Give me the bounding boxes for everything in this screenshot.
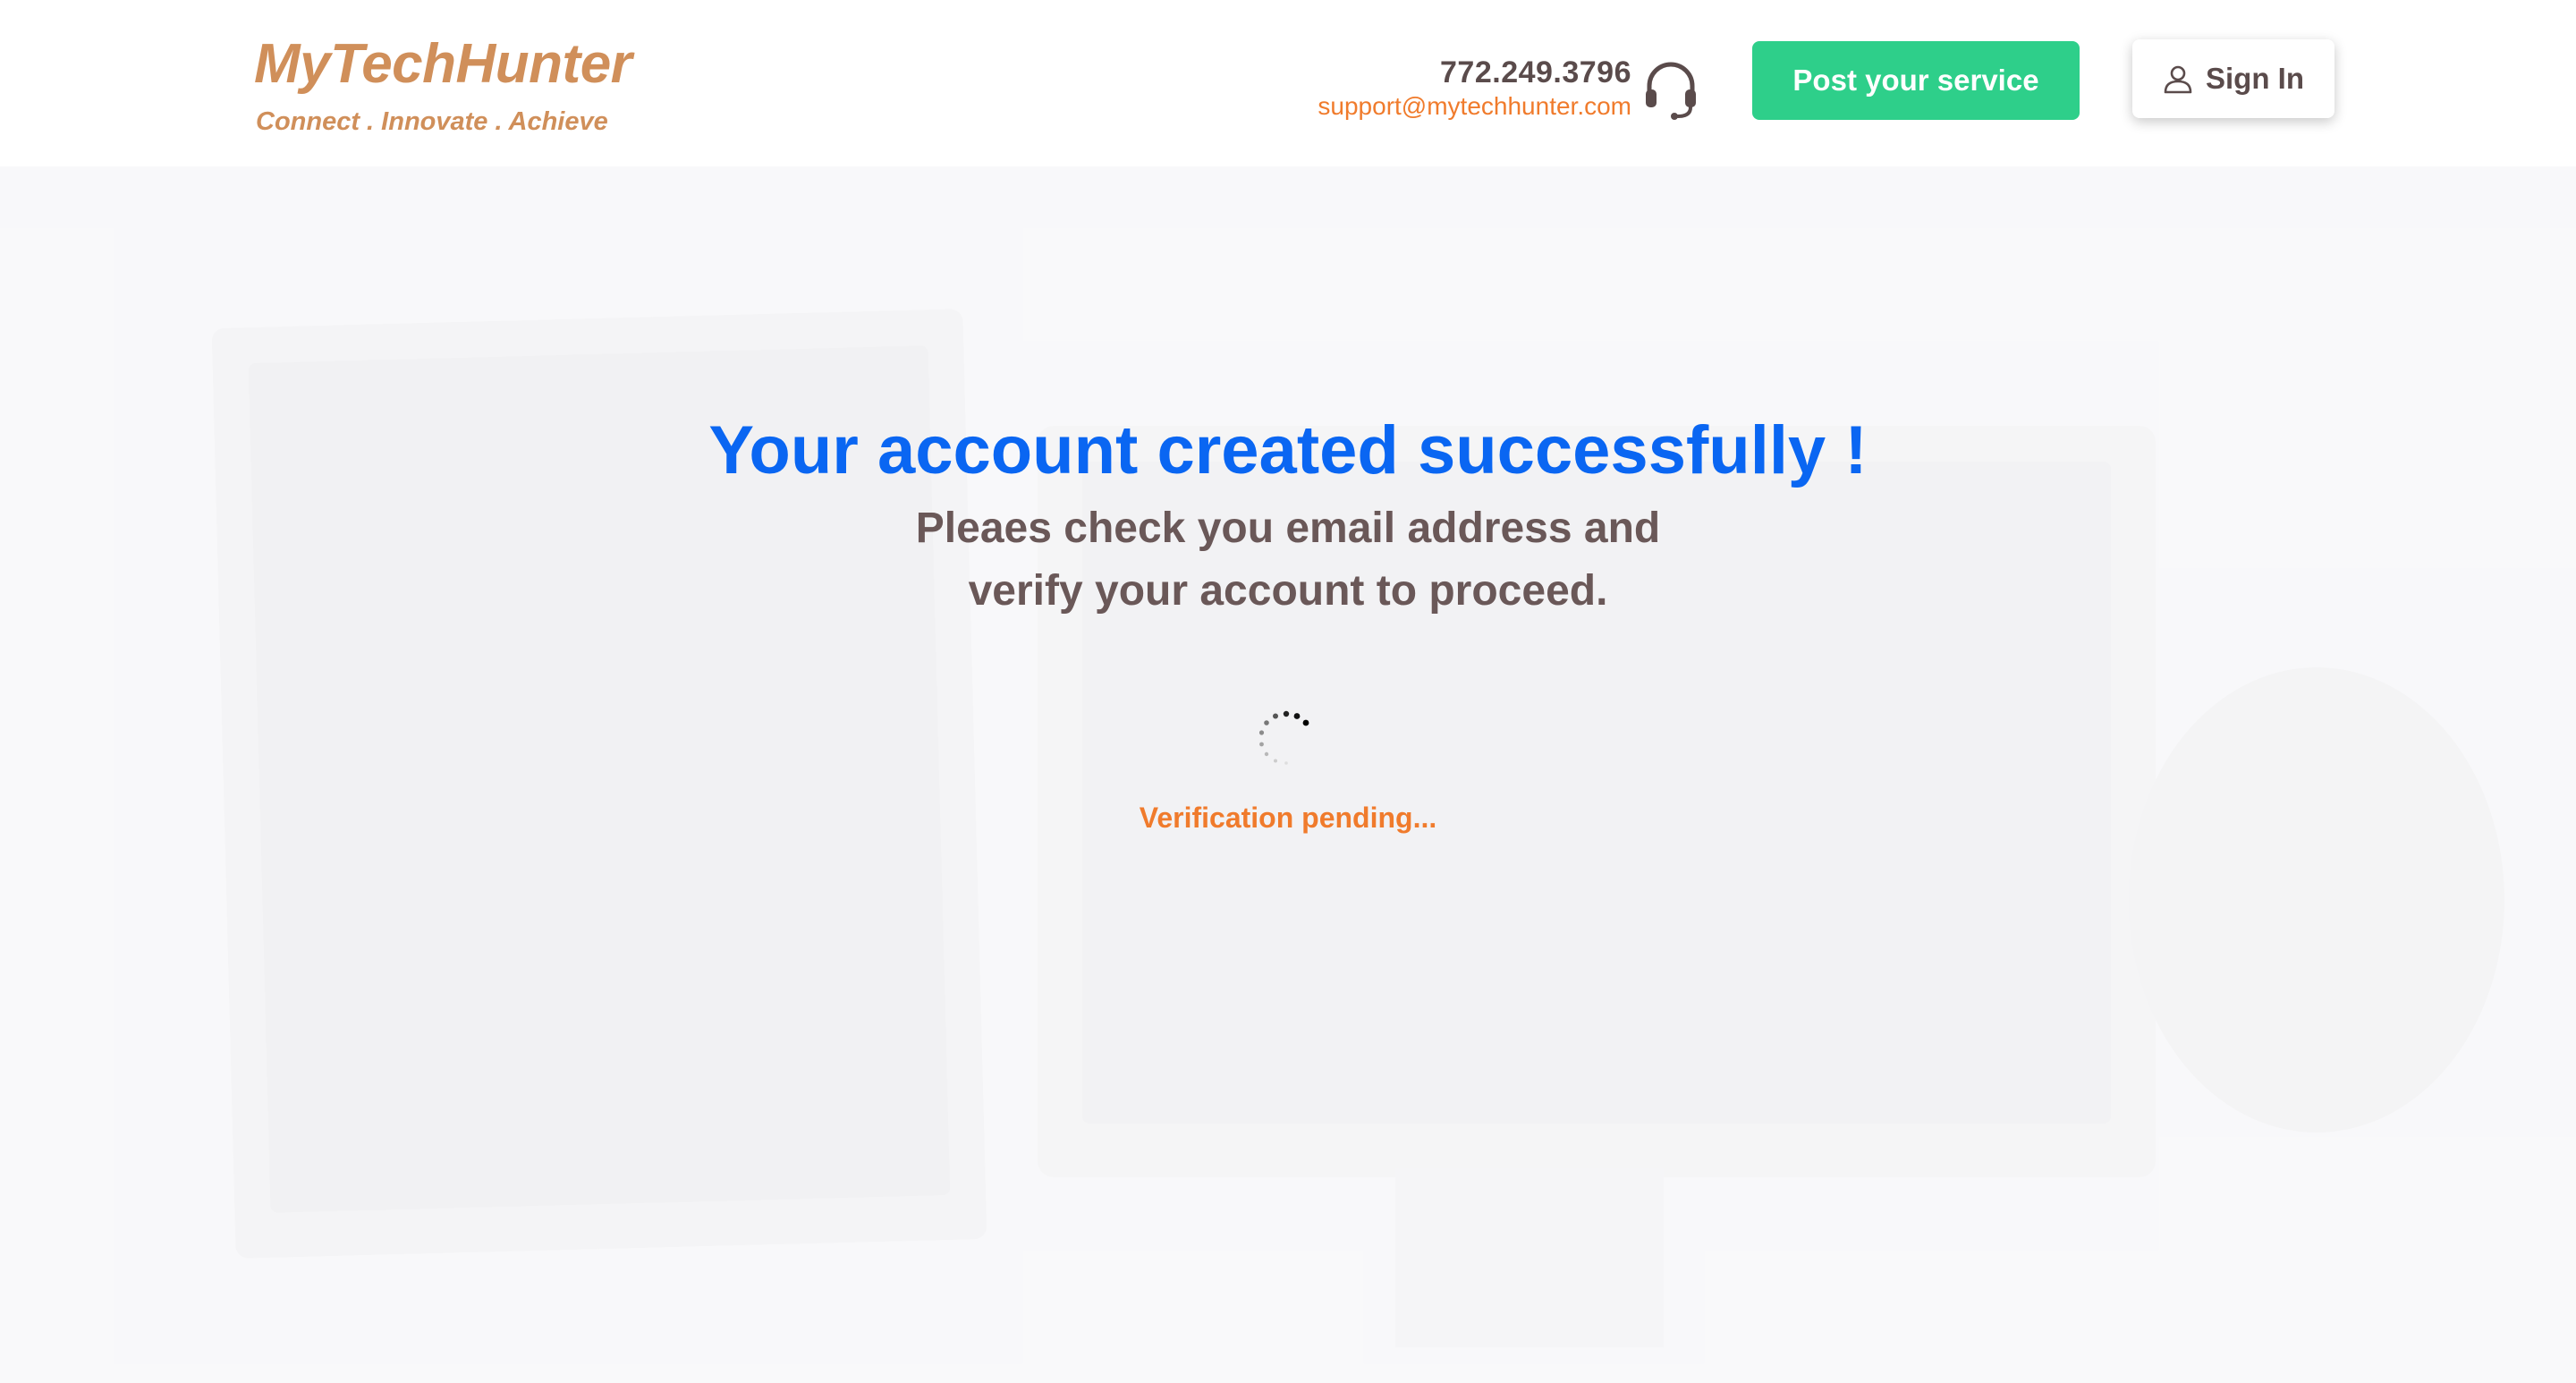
- instruction-line-1: Pleaes check you email address and: [915, 505, 1661, 552]
- sign-in-button[interactable]: Sign In: [2132, 39, 2334, 118]
- contact-info: 772.249.3796 support@mytechhunter.com: [1318, 55, 1631, 121]
- instruction-line-2: verify your account to proceed.: [968, 567, 1608, 615]
- background-overlay: [0, 166, 2576, 1383]
- verification-status: Verification pending...: [1139, 802, 1437, 834]
- loading-spinner-icon: [1258, 710, 1309, 765]
- page-title: Your account created successfully !: [708, 412, 1868, 488]
- site-header: MyTechHunter Connect . Innovate . Achiev…: [0, 0, 2576, 166]
- sign-in-label: Sign In: [2206, 62, 2304, 95]
- hero-section: Your account created successfully ! Plea…: [0, 166, 2576, 1383]
- brand-tagline: Connect . Innovate . Achieve: [256, 107, 608, 136]
- instruction-text: Pleaes check you email address and verif…: [0, 497, 2576, 623]
- contact-email[interactable]: support@mytechhunter.com: [1318, 92, 1631, 121]
- headset-icon: [1646, 62, 1696, 120]
- brand-logo[interactable]: MyTechHunter: [254, 32, 632, 96]
- user-icon: [2164, 65, 2192, 94]
- contact-phone[interactable]: 772.249.3796: [1318, 55, 1631, 90]
- post-service-button[interactable]: Post your service: [1752, 41, 2080, 120]
